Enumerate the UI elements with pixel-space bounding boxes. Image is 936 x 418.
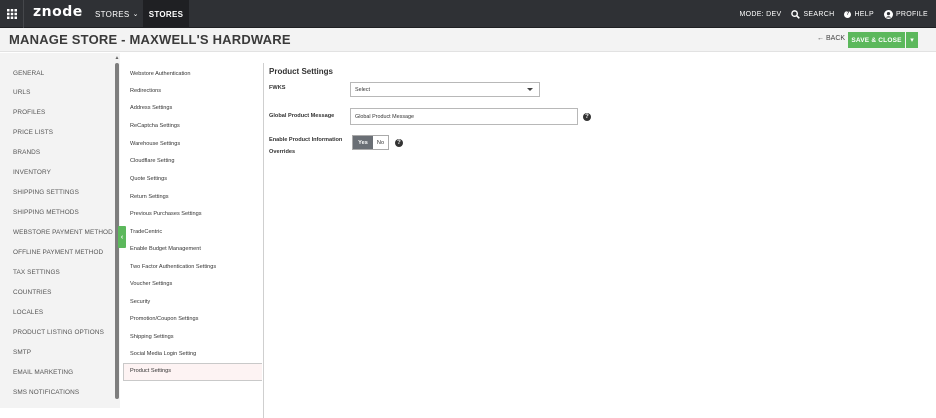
save-and-close-button[interactable]: SAVE & CLOSE xyxy=(848,32,905,48)
save-options-dropdown[interactable]: ▾ xyxy=(906,32,918,48)
back-label: BACK xyxy=(826,35,846,42)
subnav-item-previous-purchases-settings[interactable]: Previous Purchases Settings xyxy=(130,211,202,217)
profile-label: PROFILE xyxy=(895,10,928,18)
sidebar-item-general[interactable]: GENERAL xyxy=(13,70,44,77)
help-icon[interactable]: ? xyxy=(395,139,403,147)
page-title: MANAGE STORE - MAXWELL'S HARDWARE xyxy=(9,32,291,47)
scroll-up-arrow-icon[interactable]: ▲ xyxy=(114,55,120,61)
search-icon xyxy=(791,9,801,19)
stores-menu-dropdown[interactable]: STORES ⌄ xyxy=(95,0,139,28)
enable-overrides-label-line1: Enable Product Information xyxy=(269,137,343,143)
subnav-item-address-settings[interactable]: Address Settings xyxy=(130,105,172,111)
subnav-item-cloudflare-setting[interactable]: Cloudflare Setting xyxy=(130,158,174,164)
mode-indicator: MODE: DEV xyxy=(739,10,782,18)
subnav-item-tradecentric[interactable]: TradeCentric xyxy=(130,229,162,235)
store-subsettings-list: Webstore Authentication Redirections Add… xyxy=(123,53,264,418)
toggle-yes-option[interactable]: Yes xyxy=(353,136,373,149)
sidebar-item-offline-payment-method[interactable]: OFFLINE PAYMENT METHOD xyxy=(13,249,103,256)
subnav-item-two-factor-authentication[interactable]: Two Factor Authentication Settings xyxy=(130,264,216,270)
global-product-message-input[interactable]: Global Product Message xyxy=(350,108,578,125)
sidebar-item-product-listing-options[interactable]: PRODUCT LISTING OPTIONS xyxy=(13,329,104,336)
search-label: SEARCH xyxy=(803,10,835,18)
app-logo[interactable]: znode xyxy=(33,4,83,20)
subnav-item-shipping-settings[interactable]: Shipping Settings xyxy=(130,334,174,340)
subnav-item-redirections[interactable]: Redirections xyxy=(130,88,161,94)
subnav-item-promotion-coupon-settings[interactable]: Promotion/Coupon Settings xyxy=(130,316,198,322)
global-product-message-label: Global Product Message xyxy=(269,113,335,119)
help-button[interactable]: ? HELP xyxy=(844,10,874,18)
sidebar-item-profiles[interactable]: PROFILES xyxy=(13,109,45,116)
subnav-item-warehouse-settings[interactable]: Warehouse Settings xyxy=(130,141,180,147)
subnav-item-webstore-authentication[interactable]: Webstore Authentication xyxy=(130,71,191,77)
global-product-message-value: Global Product Message xyxy=(355,113,415,120)
sidebar-item-sms-notifications[interactable]: SMS NOTIFICATIONS xyxy=(13,389,79,396)
sidebar-item-locales[interactable]: LOCALES xyxy=(13,309,43,316)
fwks-label: FWKS xyxy=(269,85,286,91)
subnav-item-enable-budget-management[interactable]: Enable Budget Management xyxy=(130,246,201,252)
top-navigation-bar: znode STORES ⌄ STORES MODE: DEV SEARCH ?… xyxy=(0,0,936,28)
enable-overrides-label-line2: Overrides xyxy=(269,149,296,155)
subnav-item-quote-settings[interactable]: Quote Settings xyxy=(130,176,167,182)
page-header: MANAGE STORE - MAXWELL'S HARDWARE ← BACK… xyxy=(0,28,936,52)
subnav-item-recaptcha-settings[interactable]: ReCaptcha Settings xyxy=(130,123,180,129)
search-button[interactable]: SEARCH xyxy=(791,9,835,19)
profile-button[interactable]: PROFILE xyxy=(883,9,928,19)
subnav-item-product-settings-label: Product Settings xyxy=(130,368,172,374)
back-button[interactable]: ← BACK xyxy=(817,35,845,42)
sidebar-item-tax-settings[interactable]: TAX SETTINGS xyxy=(13,269,60,276)
help-label: HELP xyxy=(854,10,874,18)
sidebar-item-countries[interactable]: COUNTRIES xyxy=(13,289,52,296)
help-circle-icon: ? xyxy=(844,10,852,18)
chevron-down-icon: ⌄ xyxy=(132,11,139,18)
sidebar-item-price-lists[interactable]: PRICE LISTS xyxy=(13,129,53,136)
caret-down-icon: ▾ xyxy=(910,37,914,44)
toggle-no-option[interactable]: No xyxy=(373,136,388,149)
sidebar-item-urls[interactable]: URLS xyxy=(13,89,30,96)
sidebar-item-inventory[interactable]: INVENTORY xyxy=(13,169,51,176)
enable-overrides-toggle[interactable]: Yes No xyxy=(352,135,389,150)
app-grid-icon[interactable] xyxy=(0,0,24,28)
subnav-item-social-media-login-setting[interactable]: Social Media Login Setting xyxy=(130,351,196,357)
user-circle-icon xyxy=(883,9,893,19)
sidebar-item-webstore-payment-method[interactable]: WEBSTORE PAYMENT METHOD xyxy=(13,229,113,236)
product-settings-panel: Product Settings FWKS Select Global Prod… xyxy=(262,53,936,408)
help-icon[interactable]: ? xyxy=(583,113,591,121)
sidebar-item-shipping-methods[interactable]: SHIPPING METHODS xyxy=(13,209,79,216)
fwks-select[interactable]: Select xyxy=(350,82,540,97)
stores-tab-active[interactable]: STORES xyxy=(143,0,189,28)
stores-menu-label: STORES xyxy=(95,9,130,19)
chevron-down-icon xyxy=(527,88,533,91)
sidebar-item-shipping-settings[interactable]: SHIPPING SETTINGS xyxy=(13,189,79,196)
fwks-select-value: Select xyxy=(355,86,370,93)
arrow-left-icon: ← xyxy=(817,35,824,42)
subnav-item-return-settings[interactable]: Return Settings xyxy=(130,194,169,200)
subnav-item-voucher-settings[interactable]: Voucher Settings xyxy=(130,281,172,287)
sidebar-item-brands[interactable]: BRANDS xyxy=(13,149,40,156)
store-settings-sidebar: GENERAL URLS PROFILES PRICE LISTS BRANDS… xyxy=(0,53,114,408)
subnav-item-security[interactable]: Security xyxy=(130,299,150,305)
section-title: Product Settings xyxy=(269,67,334,76)
sidebar-item-smtp[interactable]: SMTP xyxy=(13,349,31,356)
sidebar-item-email-marketing[interactable]: EMAIL MARKETING xyxy=(13,369,73,376)
